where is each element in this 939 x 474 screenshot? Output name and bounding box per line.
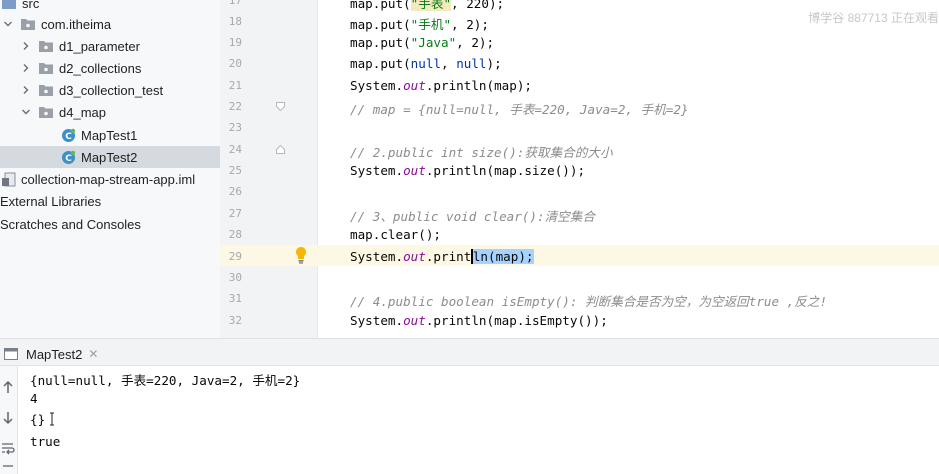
tree-item-label: com.itheima xyxy=(41,16,112,32)
code-line-22[interactable]: // map = {null=null, 手表=220, Java=2, 手机=… xyxy=(350,99,689,118)
line-number: 32 xyxy=(228,314,242,327)
code-line-24[interactable]: // 2.public int size():获取集合的大小 xyxy=(350,142,613,161)
chevron-down-icon[interactable] xyxy=(2,18,14,30)
chevron-right-icon[interactable] xyxy=(20,84,32,96)
code-line-31[interactable]: // 4.public boolean isEmpty(): 判断集合是否为空，… xyxy=(350,291,827,310)
tree-item-d4-map[interactable]: d4_map xyxy=(0,101,220,123)
scroll-to-end-icon[interactable] xyxy=(1,464,15,474)
tree-item-package[interactable]: com.itheima xyxy=(0,13,220,35)
line-number: 23 xyxy=(228,121,242,134)
run-tab-label: MapTest2 xyxy=(26,346,83,362)
java-class-icon: C xyxy=(61,128,76,143)
selected-text[interactable]: ln(map); xyxy=(472,249,534,264)
tree-item-label: d1_parameter xyxy=(59,38,140,54)
console-line: {null=null, 手表=220, Java=2, 手机=2} xyxy=(30,373,301,388)
line-number: 26 xyxy=(228,185,242,198)
tree-item-label: src xyxy=(22,0,40,11)
tree-item-maptest2[interactable]: C MapTest2 xyxy=(0,146,220,168)
package-folder-icon xyxy=(21,18,35,30)
source-folder-icon xyxy=(2,0,16,9)
code-line-29[interactable]: System.out.print ln(map); xyxy=(350,249,534,264)
tree-item-d2-collections[interactable]: d2_collections xyxy=(0,57,220,79)
tree-item-d1-parameter[interactable]: d1_parameter xyxy=(0,35,220,57)
line-number: 21 xyxy=(228,79,242,92)
watermark: 博学谷 887713 正在观看 xyxy=(808,11,939,25)
tree-item-label: d4_map xyxy=(59,104,106,120)
tree-item-d3-collection-test[interactable]: d3_collection_test xyxy=(0,79,220,101)
code-line-32[interactable]: System.out.println(map.isEmpty()); xyxy=(350,313,608,328)
code-line-21[interactable]: System.out.println(map); xyxy=(350,78,532,93)
package-folder-icon xyxy=(39,40,53,52)
line-number: 29 xyxy=(228,250,242,263)
code-line-17[interactable]: map.put("手表", 220); xyxy=(350,0,504,12)
tree-item-label: MapTest1 xyxy=(81,127,138,143)
arrow-down-icon[interactable] xyxy=(1,411,15,425)
code-line-25[interactable]: System.out.println(map.size()); xyxy=(350,163,585,178)
console-line: true xyxy=(30,434,61,449)
text-cursor-icon xyxy=(50,412,55,426)
soft-wrap-icon[interactable] xyxy=(1,441,15,455)
package-folder-icon xyxy=(39,106,53,118)
line-number: 28 xyxy=(228,228,242,241)
line-number: 18 xyxy=(228,15,242,28)
tree-item-iml-file[interactable]: collection-map-stream-app.iml xyxy=(0,168,220,190)
chevron-down-icon[interactable] xyxy=(20,106,32,118)
tree-item-label: MapTest2 xyxy=(81,149,138,165)
package-folder-icon xyxy=(39,84,53,96)
run-tab-maptest2[interactable]: MapTest2 ✕ xyxy=(4,343,98,365)
line-number: 27 xyxy=(228,207,242,220)
lightbulb-icon[interactable] xyxy=(294,246,308,264)
close-icon[interactable]: ✕ xyxy=(88,347,98,361)
console-line: {} xyxy=(30,412,55,427)
tree-item-external-libraries[interactable]: External Libraries xyxy=(0,190,220,212)
code-line-28[interactable]: map.clear(); xyxy=(350,227,441,242)
line-number: 25 xyxy=(228,164,242,177)
tree-item-label: d2_collections xyxy=(59,60,142,76)
svg-text:C: C xyxy=(65,132,72,142)
arrow-up-icon[interactable] xyxy=(1,380,15,394)
tree-item-src[interactable]: src xyxy=(0,0,220,14)
fold-start-icon[interactable] xyxy=(276,145,285,154)
line-number: 19 xyxy=(228,36,242,49)
line-number: 24 xyxy=(228,143,242,156)
code-line-27[interactable]: // 3、public void clear():清空集合 xyxy=(350,206,595,225)
tree-item-label: collection-map-stream-app.iml xyxy=(21,171,196,187)
run-config-icon xyxy=(4,348,18,360)
code-line-20[interactable]: map.put(null, null); xyxy=(350,56,502,71)
svg-text:C: C xyxy=(65,154,72,164)
tree-item-scratches[interactable]: Scratches and Consoles xyxy=(0,213,220,235)
chevron-right-icon[interactable] xyxy=(20,40,32,52)
chevron-right-icon[interactable] xyxy=(20,62,32,74)
module-file-icon xyxy=(2,172,16,187)
tree-item-label: External Libraries xyxy=(0,193,102,209)
console-line: 4 xyxy=(30,391,38,406)
code-line-18[interactable]: map.put("手机", 2); xyxy=(350,14,489,33)
fold-end-icon[interactable] xyxy=(276,102,285,111)
package-folder-icon xyxy=(39,62,53,74)
tree-item-maptest1[interactable]: C MapTest1 xyxy=(0,124,220,146)
code-line-19[interactable]: map.put("Java", 2); xyxy=(350,35,494,50)
tree-item-label: d3_collection_test xyxy=(59,82,164,98)
run-panel-header: MapTest2 ✕ xyxy=(0,338,939,366)
line-number: 30 xyxy=(228,271,242,284)
project-tree: src com.itheima d1_parameter d2_collecti… xyxy=(0,0,220,338)
tree-item-label: Scratches and Consoles xyxy=(0,216,141,232)
current-line-highlight xyxy=(220,245,939,266)
line-number: 22 xyxy=(228,100,242,113)
line-number: 20 xyxy=(228,57,242,70)
line-number: 17 xyxy=(228,0,242,7)
line-number: 31 xyxy=(228,292,242,305)
java-class-icon: C xyxy=(61,150,76,165)
run-toolbar xyxy=(0,366,18,474)
